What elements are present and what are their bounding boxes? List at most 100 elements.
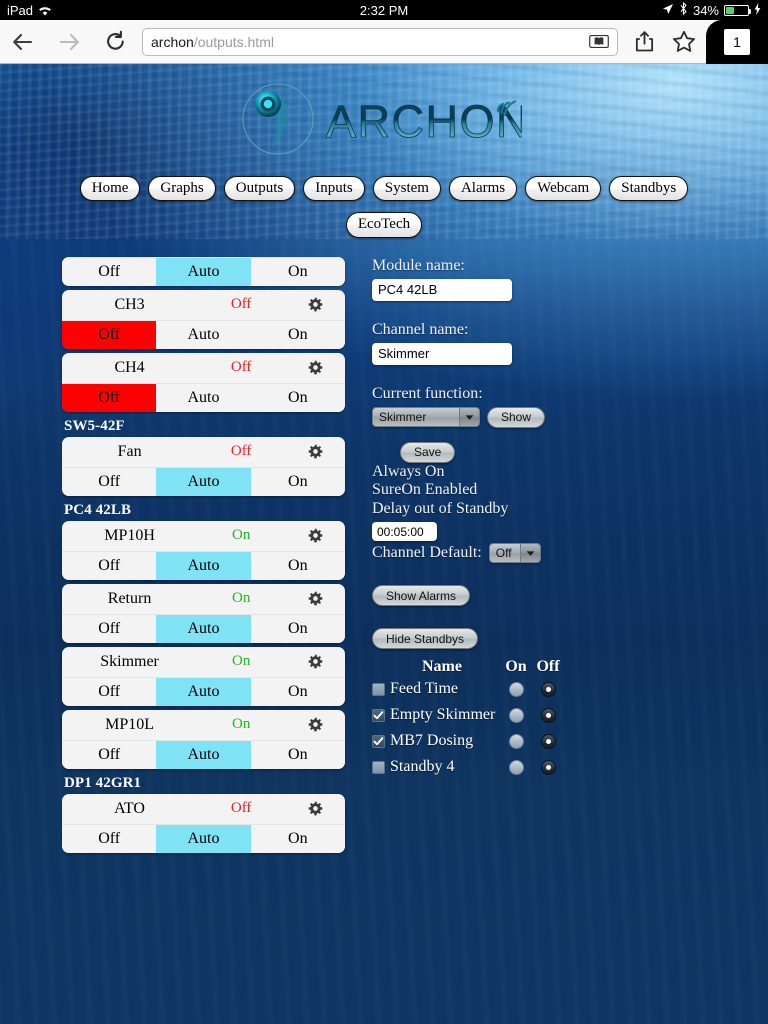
- nav-button-alarms[interactable]: Alarms: [448, 176, 518, 202]
- output-state-label: On: [231, 527, 251, 544]
- output-card-header: MP10H On: [62, 521, 345, 551]
- output-mode-auto-button[interactable]: Auto: [156, 740, 251, 769]
- nav-button-system[interactable]: System: [372, 176, 441, 202]
- standby-name-cell: Feed Time: [372, 680, 500, 698]
- show-alarms-button[interactable]: Show Alarms: [372, 585, 471, 607]
- standby-on-radio[interactable]: [508, 759, 524, 775]
- output-card: Skimmer On Off Auto On: [62, 646, 345, 706]
- forward-arrow-icon[interactable]: [46, 20, 92, 64]
- output-mode-auto-button[interactable]: Auto: [156, 677, 251, 706]
- gear-icon[interactable]: [287, 297, 343, 312]
- output-mode-auto-button[interactable]: Auto: [156, 257, 251, 286]
- nav-button-graphs[interactable]: Graphs: [148, 176, 216, 202]
- share-icon[interactable]: [624, 20, 664, 64]
- svg-text:ARCHON: ARCHON: [326, 96, 522, 147]
- standby-enable-checkbox[interactable]: [372, 760, 385, 774]
- standby-row: Feed Time: [372, 676, 732, 702]
- standby-off-radio[interactable]: [540, 681, 556, 697]
- output-mode-on-button[interactable]: On: [250, 614, 345, 643]
- standby-on-radio[interactable]: [508, 681, 524, 697]
- reload-icon[interactable]: [92, 20, 138, 64]
- output-mode-buttons: Off Auto On: [62, 319, 345, 349]
- standby-on-radio[interactable]: [508, 733, 524, 749]
- tab-count-button[interactable]: 1: [706, 19, 768, 64]
- standby-off-cell: [532, 733, 564, 749]
- output-mode-on-button[interactable]: On: [250, 320, 345, 349]
- standby-enable-checkbox[interactable]: [372, 708, 385, 722]
- output-mode-auto-button[interactable]: Auto: [156, 383, 251, 412]
- nav-button-inputs[interactable]: Inputs: [303, 176, 365, 202]
- output-mode-off-button[interactable]: Off: [62, 614, 157, 643]
- standby-off-radio[interactable]: [540, 733, 556, 749]
- output-group-header: SW5-42F: [64, 417, 125, 434]
- standby-on-cell: [500, 733, 532, 749]
- channel-default-select[interactable]: Off: [488, 543, 541, 564]
- nav-button-webcam[interactable]: Webcam: [525, 176, 602, 202]
- output-mode-off-button[interactable]: Off: [62, 551, 157, 580]
- channel-default-label: Channel Default:: [372, 543, 482, 561]
- standby-name-label: Empty Skimmer: [390, 706, 496, 724]
- output-mode-on-button[interactable]: On: [250, 740, 345, 769]
- output-mode-buttons: Off Auto On: [62, 466, 345, 496]
- current-function-select[interactable]: Skimmer: [372, 407, 480, 428]
- nav-button-ecotech[interactable]: EcoTech: [345, 212, 423, 238]
- output-mode-auto-button[interactable]: Auto: [156, 320, 251, 349]
- nav-button-outputs[interactable]: Outputs: [223, 176, 296, 202]
- bookmark-star-icon[interactable]: [664, 20, 704, 64]
- standby-enable-checkbox[interactable]: [372, 682, 385, 696]
- address-bar[interactable]: archon/outputs.html: [142, 27, 618, 56]
- standbys-header-name: Name: [422, 658, 462, 676]
- gear-icon[interactable]: [287, 801, 343, 816]
- output-state-label: On: [231, 653, 251, 670]
- gear-icon[interactable]: [287, 444, 343, 459]
- current-function-label: Current function:: [372, 384, 483, 402]
- gear-icon[interactable]: [287, 717, 343, 732]
- back-arrow-icon[interactable]: [0, 20, 46, 64]
- output-mode-off-button[interactable]: Off: [62, 467, 157, 496]
- output-mode-off-button[interactable]: Off: [62, 740, 157, 769]
- output-name-label: CH4: [114, 358, 145, 376]
- output-state-label: On: [231, 590, 251, 607]
- standby-off-radio[interactable]: [540, 759, 556, 775]
- output-mode-auto-button[interactable]: Auto: [156, 467, 251, 496]
- output-mode-on-button[interactable]: On: [250, 467, 345, 496]
- nav-button-home[interactable]: Home: [79, 176, 141, 202]
- reader-view-icon[interactable]: [589, 34, 609, 49]
- gear-icon[interactable]: [287, 654, 343, 669]
- ios-status-bar: iPad 2:32 PM 34%: [0, 0, 768, 20]
- delay-out-of-standby-input[interactable]: 00:05:00: [372, 522, 437, 542]
- output-mode-off-button[interactable]: Off: [62, 383, 157, 412]
- gear-icon[interactable]: [287, 528, 343, 543]
- output-mode-on-button[interactable]: On: [250, 383, 345, 412]
- chevron-down-icon: [519, 544, 540, 563]
- output-mode-auto-button[interactable]: Auto: [156, 614, 251, 643]
- output-mode-off-button[interactable]: Off: [62, 320, 157, 349]
- hide-standbys-button[interactable]: Hide Standbys: [372, 628, 479, 650]
- output-mode-auto-button[interactable]: Auto: [156, 551, 251, 580]
- output-mode-on-button[interactable]: On: [250, 677, 345, 706]
- show-button[interactable]: Show: [487, 406, 546, 428]
- nav-button-standbys[interactable]: Standbys: [609, 176, 689, 202]
- current-function-value: Skimmer: [373, 408, 459, 427]
- output-card-header: Return On: [62, 584, 345, 614]
- standby-enable-checkbox[interactable]: [372, 734, 385, 748]
- standby-off-cell: [532, 707, 564, 723]
- output-mode-off-button[interactable]: Off: [62, 257, 157, 286]
- standby-off-radio[interactable]: [540, 707, 556, 723]
- status-bar-right: 34%: [662, 1, 768, 18]
- channel-name-input[interactable]: Skimmer: [372, 342, 512, 365]
- output-group-header: DP1 42GR1: [64, 774, 142, 791]
- output-mode-on-button[interactable]: On: [250, 257, 345, 286]
- save-button[interactable]: Save: [400, 441, 456, 463]
- output-mode-off-button[interactable]: Off: [62, 677, 157, 706]
- output-mode-on-button[interactable]: On: [250, 824, 345, 853]
- standby-on-radio[interactable]: [508, 707, 524, 723]
- output-mode-off-button[interactable]: Off: [62, 824, 157, 853]
- lightning-bolt-icon: [754, 2, 761, 18]
- module-name-input[interactable]: PC4 42LB: [372, 278, 512, 301]
- gear-icon[interactable]: [287, 360, 343, 375]
- output-mode-auto-button[interactable]: Auto: [156, 824, 251, 853]
- output-mode-on-button[interactable]: On: [250, 551, 345, 580]
- gear-icon[interactable]: [287, 591, 343, 606]
- standby-name-cell: Standby 4: [372, 758, 500, 776]
